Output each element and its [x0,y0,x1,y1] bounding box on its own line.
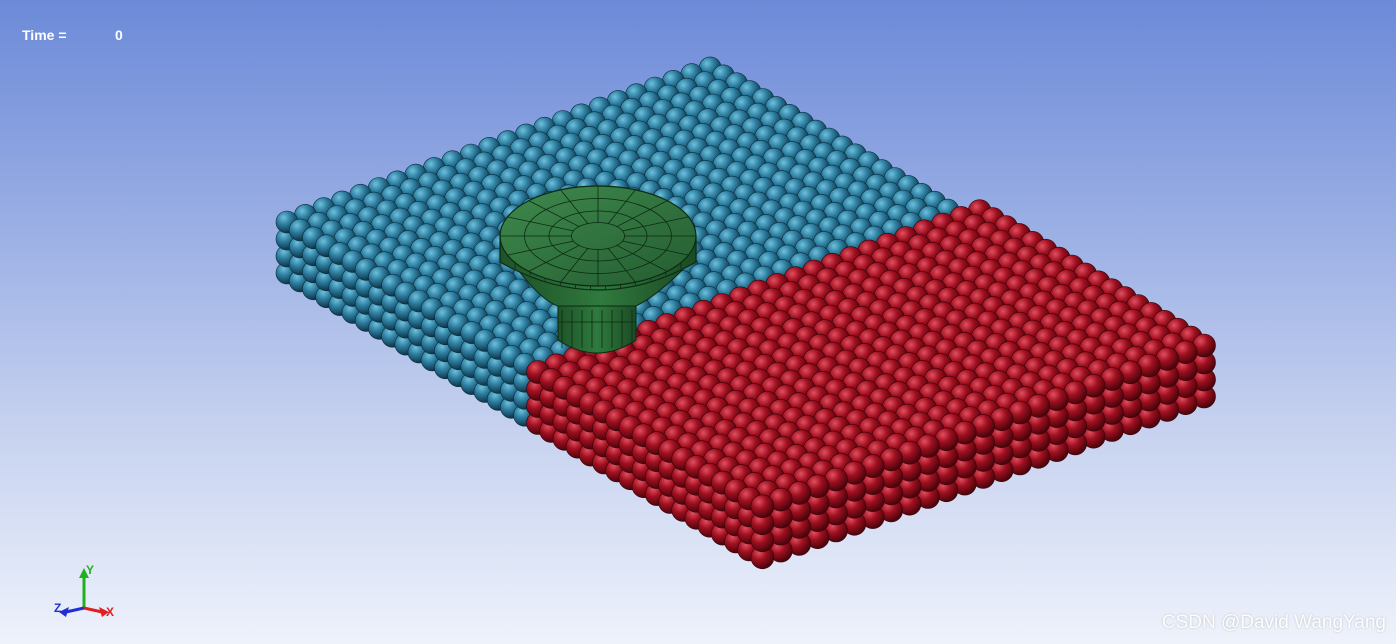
time-value: 0 [115,27,123,43]
red-particle [750,494,775,519]
watermark: CSDN @David WangYang [1161,612,1386,633]
z-axis-icon [65,606,85,614]
tool-stem [557,305,637,354]
axis-triad: Y X Z [54,563,114,619]
x-axis-label: X [106,605,114,619]
model-scene[interactable] [0,0,1396,644]
3d-viewport[interactable]: Time = 0 Y X Z CSDN @David WangYang [0,0,1396,644]
y-axis-label: Y [86,563,94,577]
x-axis-icon [83,606,103,614]
time-label: Time = [22,27,67,43]
z-axis-label: Z [54,601,61,615]
